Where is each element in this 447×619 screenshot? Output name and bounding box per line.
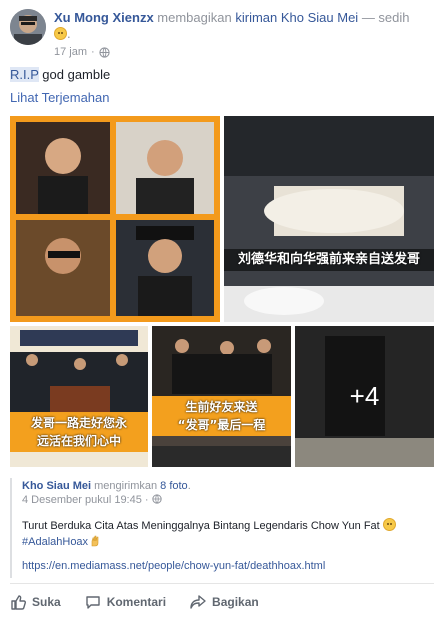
comment-icon [85,596,100,609]
post-body: god gamble [38,67,111,82]
photo-3-caption-line1: 发哥一路走好您永 [30,416,127,430]
globe-icon[interactable] [99,46,110,58]
see-translation-link[interactable]: Lihat Terjemahan [10,90,110,105]
source-link[interactable]: kiriman Kho Siau Mei [235,10,358,25]
feeling-row: . [54,26,71,42]
post-text: R.I.P god gamble [10,66,110,83]
photo-grid: 刘德华和向华强前来亲自送发哥 发哥一路走好您永 远活在我们心中 生前好友来送 “… [10,116,434,467]
hashtag-link[interactable]: #AdalahHoax [22,536,88,548]
photo-3[interactable]: 发哥一路走好您永 远活在我们心中 [10,326,148,467]
avatar[interactable] [10,9,46,45]
photo-4-caption-line1: 生前好友来送 [185,400,258,414]
shared-photos-link[interactable]: 8 foto [160,480,188,492]
sad-face-icon [54,27,67,40]
shared-meta-separator: · [144,494,149,506]
share-button[interactable]: Bagikan [190,592,259,612]
shared-post: Kho Siau Mei mengirimkan 8 foto. 4 Desem… [10,478,436,578]
author-link[interactable]: Xu Mong Xienzx [54,10,154,25]
feeling-text: — sedih [361,10,410,25]
photo-5-more[interactable]: +4 [295,326,434,467]
sad-face-icon [382,518,396,531]
like-label: Suka [32,595,61,609]
photo-4-caption-line2: “发哥”最后一程 [177,418,266,432]
share-label: Bagikan [212,595,259,609]
shared-count-tail: . [187,480,191,492]
more-photos-count[interactable]: +4 [295,326,434,467]
shared-meta: 4 Desember pukul 19:45 · [22,494,162,506]
rip-text: R.I.P [10,67,39,82]
action-bar: Suka Komentari Bagikan [10,592,259,612]
photo-4[interactable]: 生前好友来送 “发哥”最后一程 [152,326,291,467]
comment-label: Komentari [106,595,167,609]
shared-verb: mengirimkan [94,480,158,492]
action-text: membagikan [157,10,232,25]
shared-text: Turut Berduka Cita Atas Meninggalnya Bin… [22,520,380,532]
like-button[interactable]: Suka [10,592,61,612]
timestamp-link[interactable]: 17 jam [54,46,87,58]
post-meta: 17 jam · [54,46,110,58]
actions-divider [10,583,434,584]
thumbs-up-icon [11,595,26,610]
shared-body: Turut Berduka Cita Atas Meninggalnya Bin… [22,518,396,550]
meta-separator: · [91,46,95,58]
photo-4-caption: 生前好友来送 “发哥”最后一程 [152,396,291,436]
photo-3-caption-line2: 远活在我们心中 [36,434,121,448]
photo-2-caption: 刘德华和向华强前来亲自送发哥 [224,249,434,271]
shared-date-link[interactable]: 4 Desember pukul 19:45 [22,494,142,506]
shared-globe-icon[interactable] [151,494,162,504]
comment-button[interactable]: Komentari [85,592,166,612]
ok-hand-icon [91,535,99,547]
share-arrow-icon [190,595,206,609]
photo-3-caption: 发哥一路走好您永 远活在我们心中 [10,412,148,452]
external-url-link[interactable]: https://en.mediamass.net/people/chow-yun… [22,560,325,572]
photo-1[interactable] [10,116,220,322]
post-header: Xu Mong Xienzx membagikan kiriman Kho Si… [54,10,410,26]
post-card: Xu Mong Xienzx membagikan kiriman Kho Si… [0,0,447,619]
feeling-tail: . [67,26,71,41]
photo-2[interactable]: 刘德华和向华强前来亲自送发哥 [224,116,434,322]
shared-byline: Kho Siau Mei mengirimkan 8 foto. [22,480,191,492]
shared-author-link[interactable]: Kho Siau Mei [22,480,91,492]
